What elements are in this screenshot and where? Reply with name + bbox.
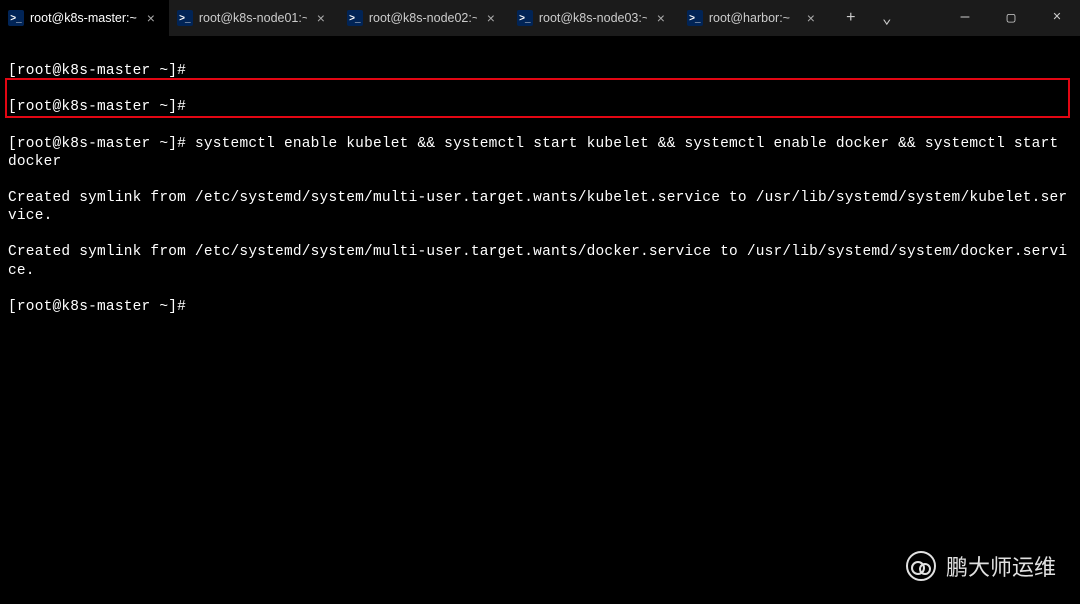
maximize-button[interactable]: ▢: [988, 0, 1034, 36]
watermark-text: 鹏大师运维: [946, 550, 1056, 582]
command-line: [root@k8s-master ~]# systemctl enable ku…: [8, 135, 1072, 171]
tab-label: root@k8s-node03:~: [539, 11, 647, 25]
powershell-icon: >_: [687, 10, 703, 26]
terminal-tab[interactable]: >_ root@k8s-master:~ ×: [0, 0, 169, 36]
close-tab-button[interactable]: ×: [143, 10, 159, 26]
close-tab-button[interactable]: ×: [313, 10, 329, 26]
tab-label: root@k8s-master:~: [30, 11, 137, 25]
prompt-line: [root@k8s-master ~]#: [8, 298, 1072, 316]
output-line: Created symlink from /etc/systemd/system…: [8, 189, 1072, 225]
tab-label: root@k8s-node02:~: [369, 11, 477, 25]
tab-label: root@harbor:~: [709, 11, 797, 25]
terminal-tab[interactable]: >_ root@harbor:~ ×: [679, 0, 829, 36]
tab-actions: + ⌄: [829, 0, 905, 36]
wechat-icon: [906, 551, 936, 581]
watermark: 鹏大师运维: [906, 550, 1056, 582]
tab-label: root@k8s-node01:~: [199, 11, 307, 25]
output-line: Created symlink from /etc/systemd/system…: [8, 243, 1072, 279]
terminal-tab[interactable]: >_ root@k8s-node03:~ ×: [509, 0, 679, 36]
close-tab-button[interactable]: ×: [803, 10, 819, 26]
close-tab-button[interactable]: ×: [483, 10, 499, 26]
terminal-tab[interactable]: >_ root@k8s-node01:~ ×: [169, 0, 339, 36]
powershell-icon: >_: [347, 10, 363, 26]
terminal-tab[interactable]: >_ root@k8s-node02:~ ×: [339, 0, 509, 36]
window-controls: — ▢ ×: [942, 0, 1080, 36]
tab-strip: >_ root@k8s-master:~ × >_ root@k8s-node01:~ ×…: [0, 0, 829, 36]
title-bar: >_ root@k8s-master:~ × >_ root@k8s-node01:~ ×…: [0, 0, 1080, 36]
minimize-button[interactable]: —: [942, 0, 988, 36]
powershell-icon: >_: [177, 10, 193, 26]
new-tab-button[interactable]: +: [833, 0, 869, 36]
powershell-icon: >_: [517, 10, 533, 26]
tab-dropdown-button[interactable]: ⌄: [869, 0, 905, 36]
powershell-icon: >_: [8, 10, 24, 26]
close-tab-button[interactable]: ×: [653, 10, 669, 26]
terminal-output[interactable]: [root@k8s-master ~]# [root@k8s-master ~]…: [0, 36, 1080, 342]
prompt-line: [root@k8s-master ~]#: [8, 98, 1072, 116]
close-window-button[interactable]: ×: [1034, 0, 1080, 36]
prompt-line: [root@k8s-master ~]#: [8, 62, 1072, 80]
